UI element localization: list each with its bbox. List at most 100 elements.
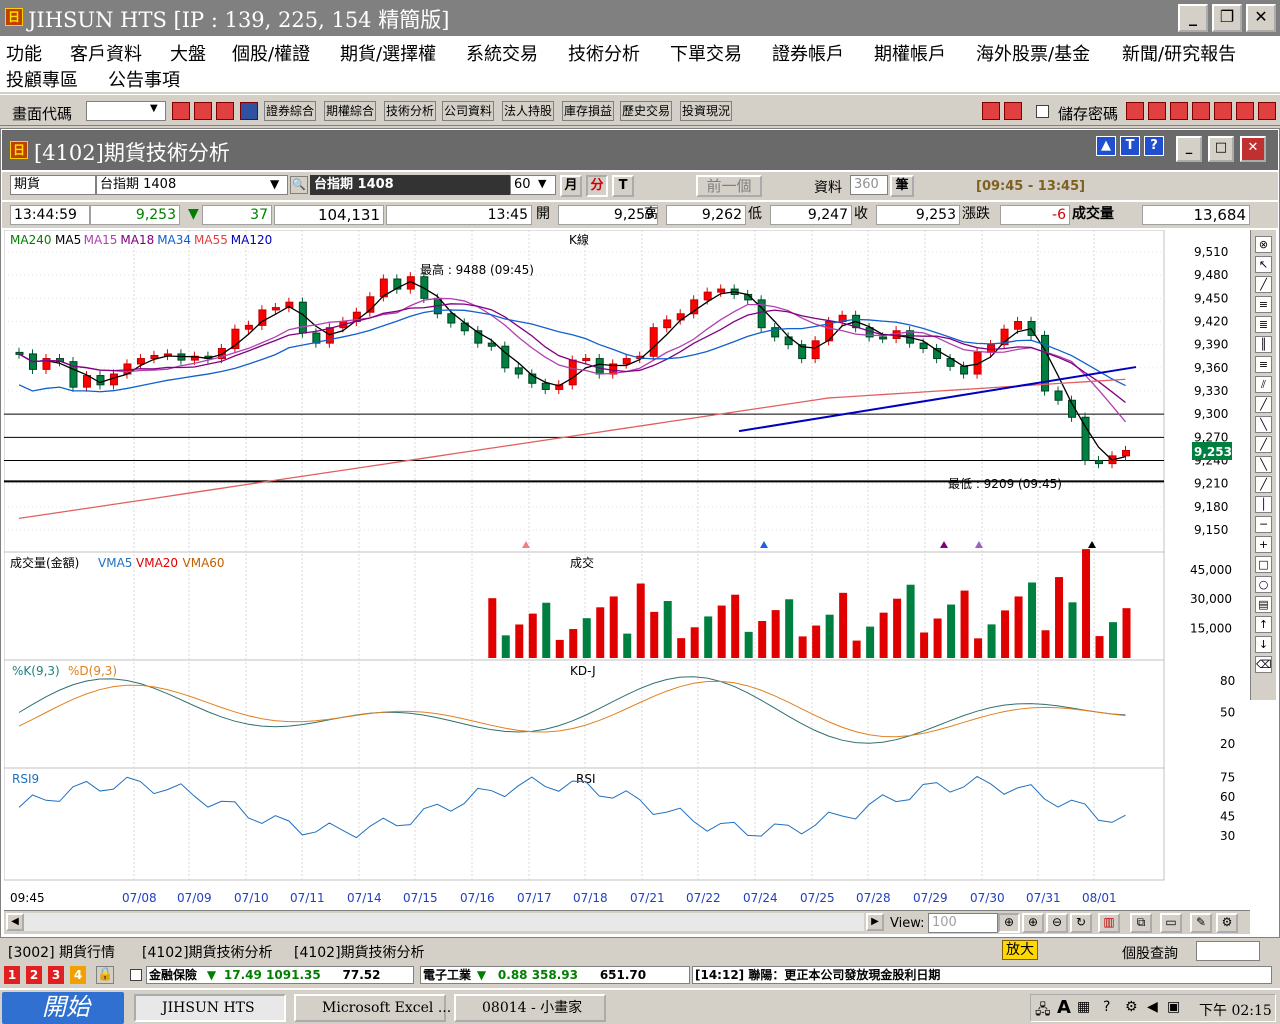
- help-icon[interactable]: ?: [1103, 999, 1110, 1015]
- toolbar-icon[interactable]: [1148, 102, 1166, 120]
- arrow-up-icon[interactable]: ▲: [1096, 136, 1116, 156]
- tab-futures-quote[interactable]: [3002] 期貨行情: [8, 942, 115, 962]
- settings-icon[interactable]: ⚙: [1216, 913, 1238, 933]
- technical-chart[interactable]: 09:45 07/08 07/09 07/10 07/11 07/14 07/15 07/16…: [3, 229, 1250, 910]
- zoom-icon[interactable]: ⊕: [998, 913, 1020, 933]
- inner-close-button[interactable]: ✕: [1240, 136, 1266, 162]
- menu-item[interactable]: 個股/權證: [232, 40, 310, 66]
- refresh-icon[interactable]: ↻: [1070, 913, 1092, 933]
- menu-item[interactable]: 系統交易: [466, 40, 538, 66]
- period-select[interactable]: 60: [510, 175, 556, 195]
- diagonal-icon[interactable]: ╲: [1255, 456, 1272, 473]
- cancel-icon[interactable]: ⊗: [1255, 236, 1272, 253]
- save-password-checkbox[interactable]: [1036, 105, 1049, 118]
- arrow-right-icon[interactable]: [1004, 102, 1022, 120]
- pointer-icon[interactable]: ↖: [1255, 256, 1272, 273]
- toolbar-icon[interactable]: [1258, 102, 1276, 120]
- diagonal-icon[interactable]: ╲: [1255, 416, 1272, 433]
- toolbar-icon[interactable]: [1126, 102, 1144, 120]
- page-4-button[interactable]: 4: [70, 966, 86, 984]
- chart-scrollbar[interactable]: ◀ ▶ View: 100 ⊕ ⊕ ⊖ ↻ ▥ ⧉ ▭ ✎ ⚙: [4, 910, 1250, 934]
- minute-button[interactable]: 分: [586, 175, 608, 197]
- scroll-track[interactable]: [24, 913, 864, 931]
- menu-item[interactable]: 證券帳戶: [772, 40, 844, 66]
- zoom-in-icon[interactable]: ⊕: [1022, 913, 1044, 933]
- diagonal-icon[interactable]: ╱: [1255, 436, 1272, 453]
- month-button[interactable]: 月: [560, 175, 582, 197]
- task-paint[interactable]: 08014 - 小畫家: [454, 994, 606, 1022]
- pen-icon[interactable]: ✎: [1190, 913, 1212, 933]
- tab-tech-analysis[interactable]: [4102]期貨技術分析: [294, 942, 425, 962]
- keyboard-icon[interactable]: ▦: [1077, 999, 1090, 1015]
- page-1-button[interactable]: 1: [4, 966, 20, 984]
- start-button[interactable]: 開始: [2, 992, 124, 1024]
- vertical-line-icon[interactable]: │: [1255, 496, 1272, 513]
- diagonal-icon[interactable]: ╱: [1255, 476, 1272, 493]
- inner-minimize-button[interactable]: _: [1176, 136, 1202, 162]
- fan-icon[interactable]: ⫽: [1255, 376, 1272, 393]
- grid-icon[interactable]: ≡: [1255, 296, 1272, 313]
- lines-icon[interactable]: ≣: [1255, 316, 1272, 333]
- menu-item[interactable]: 客戶資料: [70, 40, 142, 66]
- menu-item[interactable]: 大盤: [170, 40, 206, 66]
- scroll-right-button[interactable]: ▶: [866, 913, 884, 931]
- menu-item[interactable]: 新聞/研究報告: [1122, 40, 1236, 66]
- menu-item[interactable]: 投顧專區: [6, 66, 78, 92]
- page-3-button[interactable]: 3: [48, 966, 64, 984]
- close-button[interactable]: ✕: [1246, 4, 1276, 32]
- task-excel[interactable]: Microsoft Excel ...: [294, 994, 451, 1022]
- prev-button[interactable]: 前一個: [696, 175, 762, 197]
- arrow-left-icon[interactable]: ◀: [1147, 999, 1158, 1015]
- stock-query-input[interactable]: [1196, 941, 1260, 961]
- menu-item[interactable]: 技術分析: [568, 40, 640, 66]
- fib-icon[interactable]: ▤: [1255, 596, 1272, 613]
- t-icon[interactable]: T: [1120, 136, 1140, 156]
- menu-item[interactable]: 下單交易: [670, 40, 742, 66]
- tick-button[interactable]: T: [612, 175, 634, 197]
- window-icon[interactable]: [194, 102, 212, 120]
- quick-button[interactable]: 歷史交易: [620, 101, 673, 121]
- market-select[interactable]: 期貨: [10, 175, 96, 195]
- font-icon[interactable]: A: [1057, 997, 1071, 1018]
- quick-button[interactable]: 公司資料: [442, 101, 495, 121]
- inner-maximize-button[interactable]: □: [1208, 136, 1234, 162]
- ellipse-icon[interactable]: ○: [1255, 576, 1272, 593]
- tools-icon[interactable]: [216, 102, 234, 120]
- unit-button[interactable]: 筆: [890, 175, 914, 197]
- menu-item[interactable]: 期貨/選擇權: [340, 40, 436, 66]
- ticker-checkbox[interactable]: [130, 969, 142, 981]
- horizontal-line-icon[interactable]: ─: [1255, 516, 1272, 533]
- arrow-up-icon[interactable]: ↑: [1255, 616, 1272, 633]
- chevron-down-icon[interactable]: ▼: [538, 177, 546, 190]
- arrow-down-icon[interactable]: ↓: [1255, 636, 1272, 653]
- quick-button[interactable]: 投資現況: [680, 101, 733, 121]
- zoom-button[interactable]: 放大: [1002, 940, 1038, 960]
- window-icon[interactable]: ▭: [1160, 913, 1182, 933]
- search-icon[interactable]: 🔍: [290, 176, 308, 194]
- quick-button[interactable]: 期權綜合: [324, 101, 377, 121]
- quick-button[interactable]: 法人持股: [502, 101, 555, 121]
- line-tool-icon[interactable]: ╱: [1255, 276, 1272, 293]
- view-input[interactable]: 100: [928, 913, 998, 933]
- toolbar-icon[interactable]: [1170, 102, 1188, 120]
- quick-button[interactable]: 庫存損益: [562, 101, 615, 121]
- chevron-down-icon[interactable]: ▼: [150, 103, 158, 114]
- menu-item[interactable]: 功能: [6, 40, 42, 66]
- chart-type-icon[interactable]: ▥: [1098, 913, 1120, 933]
- minimize-button[interactable]: _: [1178, 4, 1208, 32]
- quick-button[interactable]: 技術分析: [384, 101, 437, 121]
- network-icon[interactable]: 🖧: [1035, 999, 1051, 1023]
- chevron-down-icon[interactable]: ▼: [270, 177, 279, 191]
- eraser-icon[interactable]: ⌫: [1255, 656, 1272, 673]
- monitor-icon[interactable]: ▣: [1167, 999, 1180, 1015]
- quick-button[interactable]: 證券綜合: [264, 101, 317, 121]
- menu-item[interactable]: 海外股票/基金: [976, 40, 1090, 66]
- rectangle-icon[interactable]: □: [1255, 556, 1272, 573]
- task-jihsun[interactable]: JIHSUN HTS: [134, 994, 286, 1022]
- bars-icon[interactable]: ║: [1255, 336, 1272, 353]
- menu-item[interactable]: 公告事項: [108, 66, 180, 92]
- news-ticker[interactable]: [14:12] 聯陽：更正本公司發放現金股利日期: [692, 966, 1272, 984]
- page-2-button[interactable]: 2: [26, 966, 42, 984]
- tab-tech-analysis[interactable]: [4102]期貨技術分析: [142, 942, 273, 962]
- lock-icon[interactable]: 🔒: [96, 966, 114, 984]
